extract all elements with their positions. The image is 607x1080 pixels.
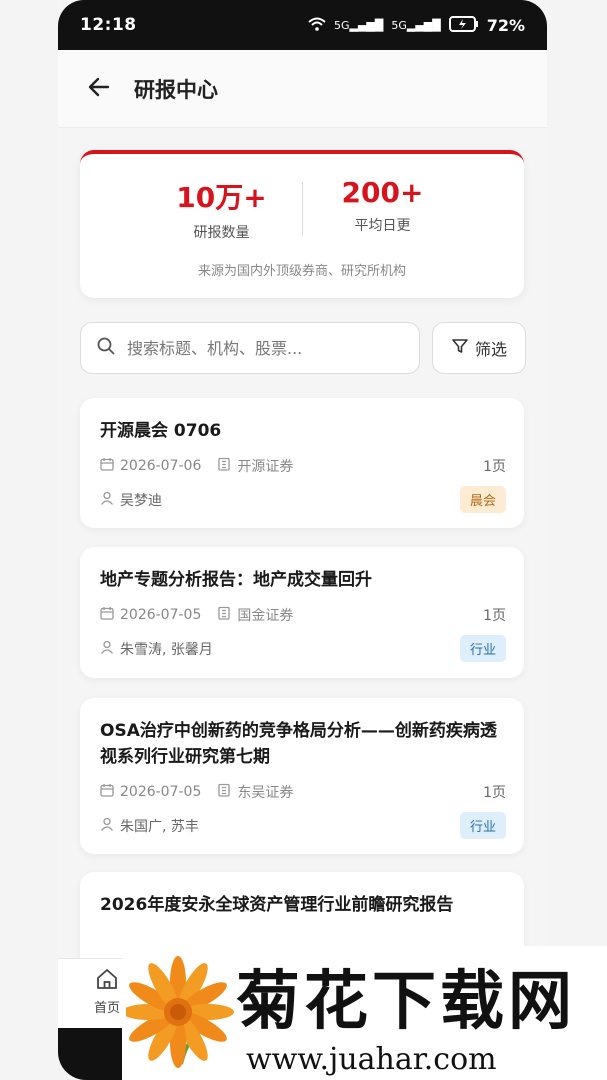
battery-icon bbox=[448, 15, 479, 35]
report-date: 2026-07-05 bbox=[120, 784, 202, 800]
filter-button[interactable]: 筛选 bbox=[432, 322, 526, 374]
stats-card: 10万+ 研报数量 200+ 平均日更 来源为国内外顶级券商、研究所机构 bbox=[80, 150, 524, 298]
search-box[interactable] bbox=[80, 322, 420, 374]
report-institution: 国金证券 bbox=[237, 608, 294, 624]
report-institution: 开源证券 bbox=[237, 459, 294, 475]
calendar-icon bbox=[100, 783, 114, 801]
report-authors: 吴梦迪 bbox=[120, 492, 162, 509]
status-time: 12:18 bbox=[80, 15, 137, 35]
report-tag: 晨会 bbox=[459, 486, 506, 513]
report-card[interactable]: 地产专题分析报告：地产成交量回升 2026-07-05 国金证券 1页 朱雪涛,… bbox=[80, 547, 524, 678]
status-icons: 5G▂▄▆█ 5G▂▄▆█ 72% bbox=[308, 15, 525, 35]
arrow-left-icon[interactable] bbox=[88, 75, 110, 103]
building-icon bbox=[217, 457, 231, 475]
report-count-stat: 10万+ 研报数量 bbox=[142, 176, 302, 242]
report-tag: 行业 bbox=[459, 812, 506, 839]
report-pages: 1页 bbox=[483, 785, 506, 801]
report-date: 2026-07-05 bbox=[120, 607, 202, 623]
person-icon bbox=[100, 817, 114, 835]
daily-update-value: 200+ bbox=[341, 176, 424, 209]
report-title: 开源晨会 0706 bbox=[100, 421, 222, 441]
report-authors: 朱国广, 苏丰 bbox=[120, 818, 199, 835]
report-count-label: 研报数量 bbox=[193, 225, 250, 241]
watermark-title: 菊花下载网 bbox=[236, 965, 576, 1039]
calendar-icon bbox=[100, 606, 114, 624]
report-institution: 东吴证券 bbox=[237, 785, 294, 801]
page-title: 研报中心 bbox=[134, 77, 218, 102]
calendar-icon bbox=[100, 457, 114, 475]
flower-logo bbox=[126, 956, 234, 1068]
report-title: 地产专题分析报告：地产成交量回升 bbox=[100, 570, 372, 590]
wifi-icon bbox=[308, 17, 326, 34]
battery-percent: 72% bbox=[486, 15, 525, 35]
report-pages: 1页 bbox=[483, 459, 506, 475]
report-authors: 朱雪涛, 张馨月 bbox=[120, 641, 213, 658]
daily-update-stat: 200+ 平均日更 bbox=[303, 176, 463, 242]
filter-icon bbox=[451, 337, 469, 359]
person-icon bbox=[100, 491, 114, 509]
watermark-url: www.juahar.com bbox=[246, 1042, 497, 1077]
report-card[interactable]: 开源晨会 0706 2026-07-06 开源证券 1页 吴梦迪 晨会 bbox=[80, 398, 524, 528]
signal-icon-1: 5G▂▄▆█ bbox=[333, 18, 384, 32]
phone-screen: 12:18 5G▂▄▆█ 5G▂▄▆█ 72% 研报中心 10万+ 研报数量 2… bbox=[58, 0, 547, 1080]
signal-icon-2: 5G▂▄▆█ bbox=[391, 18, 441, 32]
source-note: 来源为国内外顶级券商、研究所机构 bbox=[197, 264, 406, 279]
report-count-value: 10万+ bbox=[176, 181, 267, 214]
report-title: OSA治疗中创新药的竞争格局分析——创新药疾病透视系列行业研究第七期 bbox=[100, 721, 497, 767]
report-card[interactable]: OSA治疗中创新药的竞争格局分析——创新药疾病透视系列行业研究第七期 2026-… bbox=[80, 698, 524, 854]
building-icon bbox=[217, 783, 231, 801]
person-icon bbox=[100, 640, 114, 658]
daily-update-label: 平均日更 bbox=[354, 218, 411, 234]
search-icon bbox=[97, 337, 115, 360]
filter-label: 筛选 bbox=[474, 340, 507, 359]
report-pages: 1页 bbox=[483, 608, 506, 624]
report-title: 2026年度安永全球资产管理行业前瞻研究报告 bbox=[100, 895, 454, 915]
building-icon bbox=[217, 606, 231, 624]
navigation-bar: 研报中心 bbox=[58, 50, 547, 128]
search-input[interactable] bbox=[125, 337, 379, 359]
status-bar: 12:18 5G▂▄▆█ 5G▂▄▆█ 72% bbox=[58, 0, 547, 50]
watermark-overlay: 菊花下载网 www.juahar.com bbox=[122, 946, 607, 1080]
report-tag: 行业 bbox=[459, 635, 506, 662]
report-date: 2026-07-06 bbox=[120, 458, 202, 474]
